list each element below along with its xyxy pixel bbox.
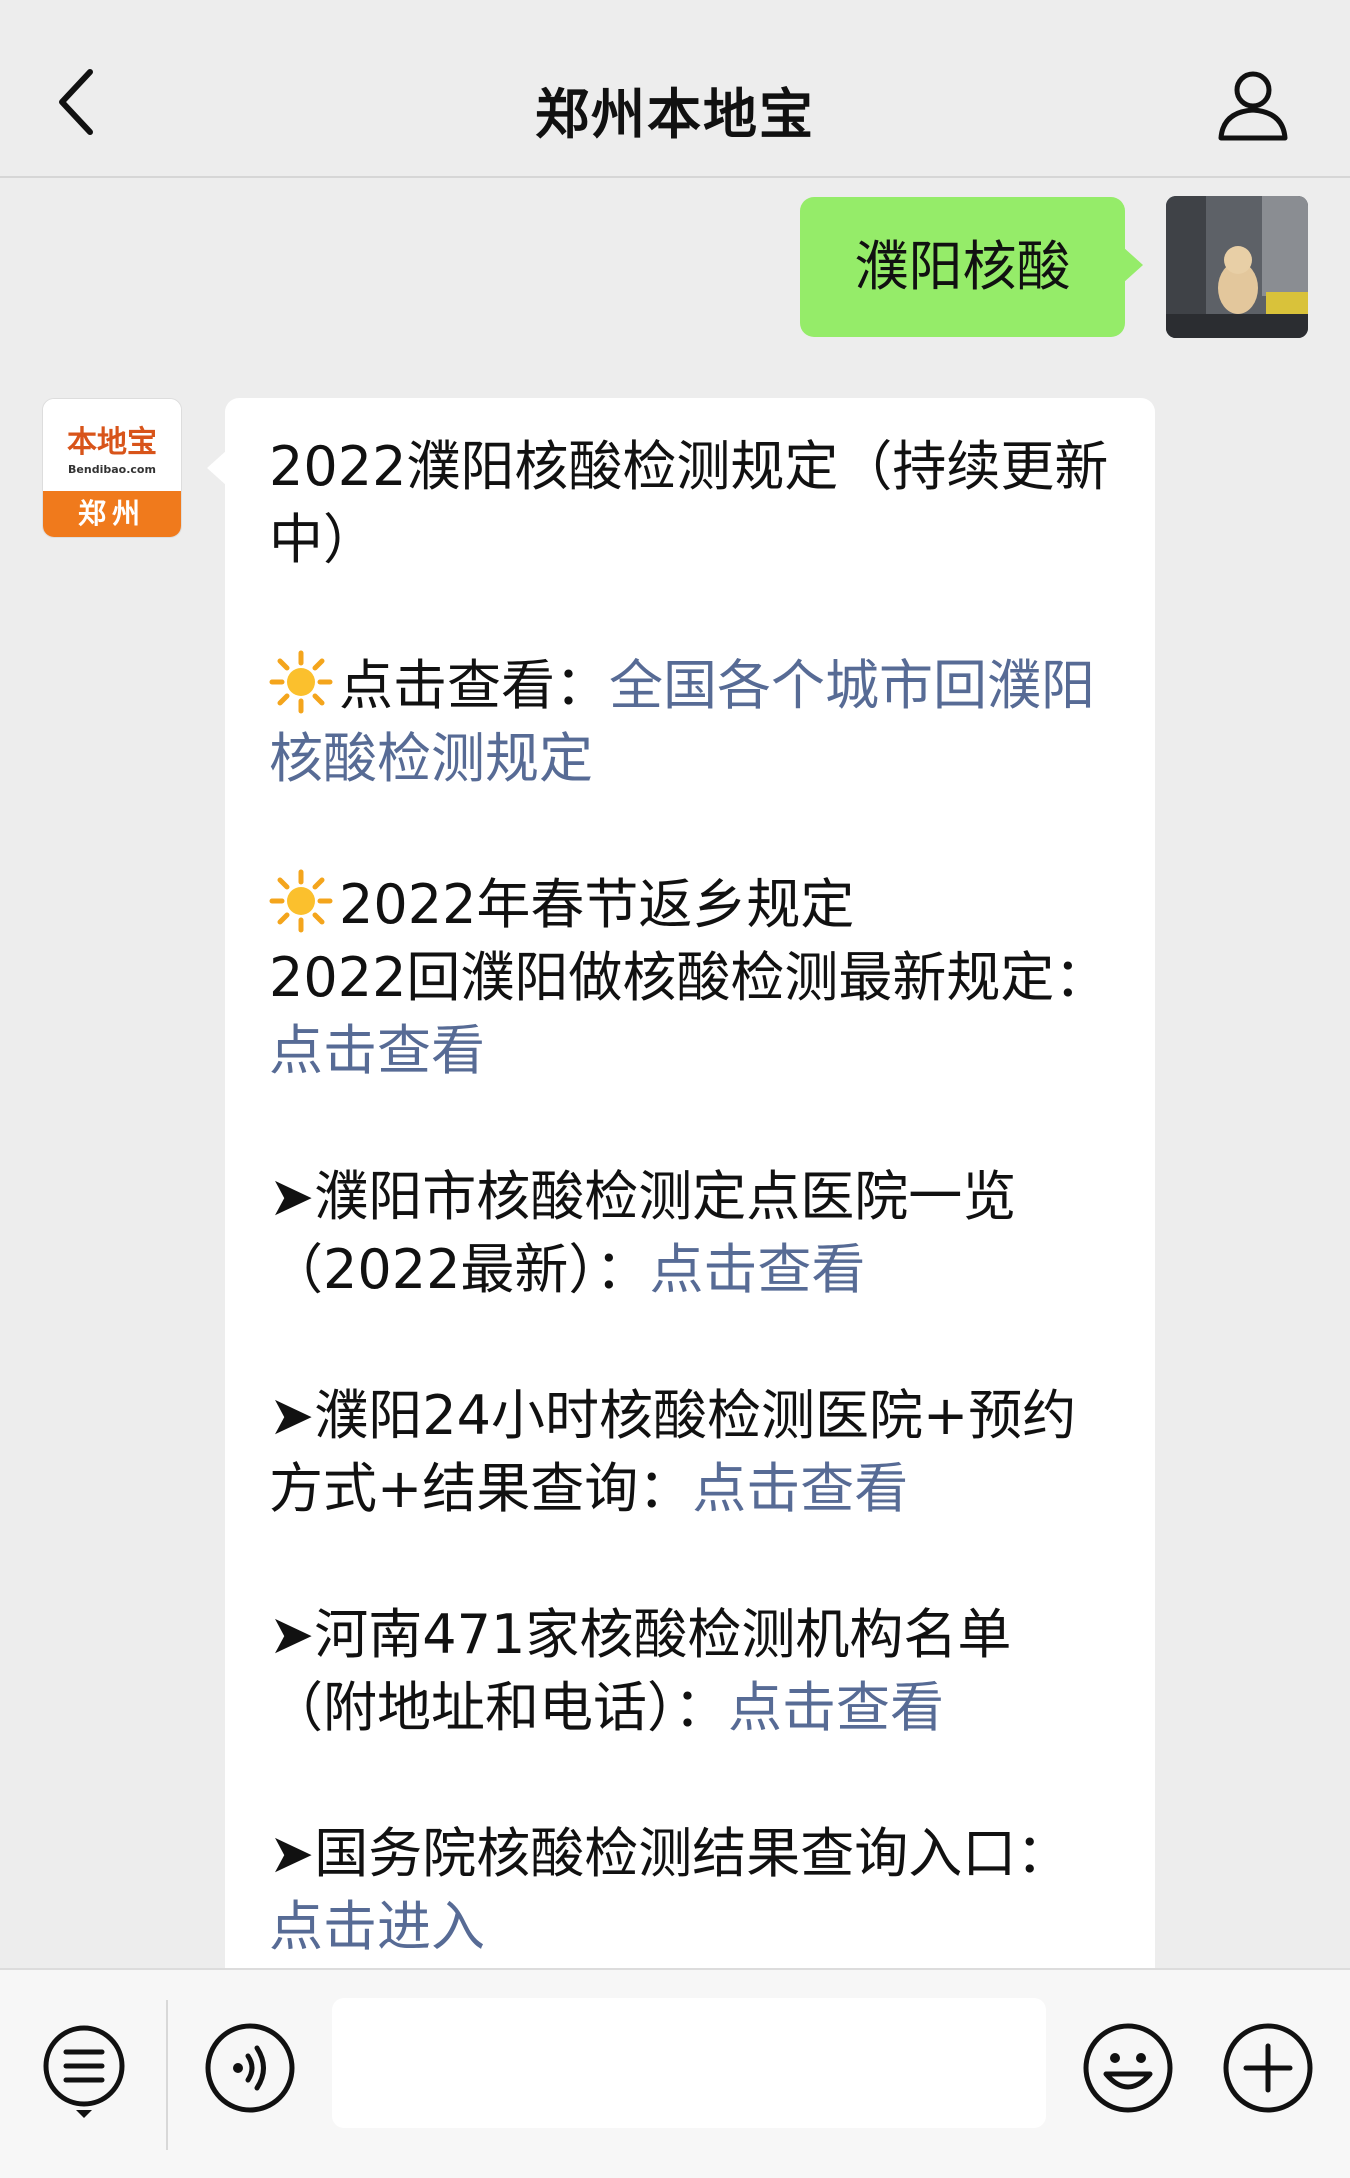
sun-icon	[269, 650, 333, 714]
message-paragraph-2: 2022年春节返乡规定 2022回濮阳做核酸检测最新规定： 点击查看	[269, 868, 1119, 1087]
paragraph-2-line2: 2022回濮阳做核酸检测最新规定：	[269, 946, 1109, 1009]
paragraph-6-text: ➤国务院核酸检测结果查询入口：	[269, 1822, 1071, 1885]
paragraph-2-line1: 2022年春节返乡规定	[339, 873, 855, 936]
person-icon[interactable]	[1215, 66, 1291, 142]
paragraph-4-text: ➤濮阳24小时核酸检测医院+预约方式+结果查询：	[269, 1384, 1077, 1520]
link-spring-festival-rules[interactable]: 点击查看	[269, 1019, 485, 1082]
list-menu-icon[interactable]	[36, 2020, 132, 2120]
outgoing-message-bubble[interactable]: 濮阳核酸	[800, 197, 1143, 337]
message-paragraph-6: ➤国务院核酸检测结果查询入口： 点击进入	[269, 1817, 1119, 1963]
link-result-query[interactable]: 点击进入	[269, 1895, 485, 1958]
paragraph-1-prefix: 点击查看：	[339, 654, 609, 717]
message-paragraph-4: ➤濮阳24小时核酸检测医院+预约方式+结果查询：点击查看	[269, 1379, 1119, 1525]
message-paragraph-3: ➤濮阳市核酸检测定点医院一览（2022最新）：点击查看	[269, 1160, 1119, 1306]
chat-input-bar	[0, 1968, 1350, 2178]
bot-avatar-domain: Bendibao.com	[68, 463, 156, 476]
chat-header: 郑州本地宝	[0, 0, 1350, 178]
message-paragraph-5: ➤河南471家核酸检测机构名单（附地址和电话）：点击查看	[269, 1598, 1119, 1744]
incoming-message-bubble: 2022濮阳核酸检测规定（持续更新中） 点击查看：全国各个城市回濮阳核酸检测规定…	[207, 398, 1155, 1998]
chat-title: 郑州本地宝	[535, 83, 815, 146]
paragraph-3-text: ➤濮阳市核酸检测定点医院一览（2022最新）：	[269, 1165, 1017, 1301]
link-hospital-list[interactable]: 点击查看	[649, 1238, 865, 1301]
voice-icon[interactable]	[202, 2020, 298, 2116]
message-title: 2022濮阳核酸检测规定（持续更新中）	[269, 435, 1109, 571]
message-paragraph-1: 点击查看：全国各个城市回濮阳核酸检测规定	[269, 649, 1119, 795]
plus-icon[interactable]	[1220, 2020, 1316, 2116]
message-input[interactable]	[332, 1998, 1046, 2128]
sun-icon	[269, 869, 333, 933]
user-avatar[interactable]	[1166, 196, 1308, 338]
user-avatar-image	[1166, 196, 1308, 338]
bot-avatar-brand: 本地宝	[67, 425, 157, 460]
divider	[166, 2000, 168, 2150]
smiley-icon[interactable]	[1080, 2020, 1176, 2116]
link-24h-hospitals[interactable]: 点击查看	[692, 1457, 908, 1520]
link-henan-institutions[interactable]: 点击查看	[728, 1676, 944, 1739]
bot-avatar-city: 郑州	[43, 491, 181, 537]
bot-avatar[interactable]: 本地宝 Bendibao.com 郑州	[42, 398, 182, 538]
